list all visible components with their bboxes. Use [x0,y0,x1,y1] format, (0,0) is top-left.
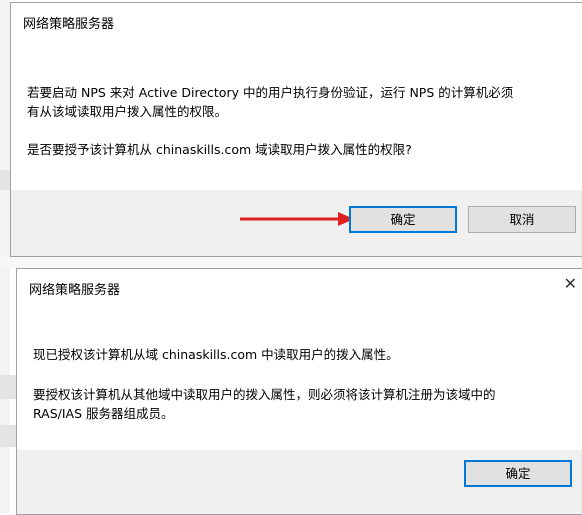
message-line: 要授权该计算机从其他域中读取用户的拨入属性，则必须将该计算机注册为该域中的 [33,387,496,402]
message-line: 若要启动 NPS 来对 Active Directory 中的用户执行身份验证，… [27,85,514,100]
close-icon[interactable]: ✕ [564,275,577,293]
dialog-footer: 确定 [17,450,582,514]
background-strip [0,375,16,399]
nps-permission-dialog: 网络策略服务器 若要启动 NPS 来对 Active Directory 中的用… [10,2,582,257]
background-strip [0,425,16,447]
message-line: 有从该域读取用户拨入属性的权限。 [27,104,228,119]
message-text: 现已授权该计算机从域 chinaskills.com 中读取用户的拨入属性。 [33,347,399,362]
arrow-annotation-icon [240,212,354,226]
background-strip [0,170,10,190]
message-line: RAS/IAS 服务器组成员。 [33,406,174,421]
dialog-footer: 确定 取消 [11,190,582,256]
dialog-title: 网络策略服务器 [23,17,115,32]
nps-confirmation-dialog: 网络策略服务器 ✕ 现已授权该计算机从域 chinaskills.com 中读取… [16,268,582,515]
dialog-title: 网络策略服务器 [29,283,121,298]
ok-button[interactable]: 确定 [464,460,572,487]
ok-button[interactable]: 确定 [349,206,457,233]
cancel-button[interactable]: 取消 [468,206,576,233]
background-strip [0,257,582,268]
question-text: 是否要授予该计算机从 chinaskills.com 域读取用户拨入属性的权限? [27,142,412,157]
